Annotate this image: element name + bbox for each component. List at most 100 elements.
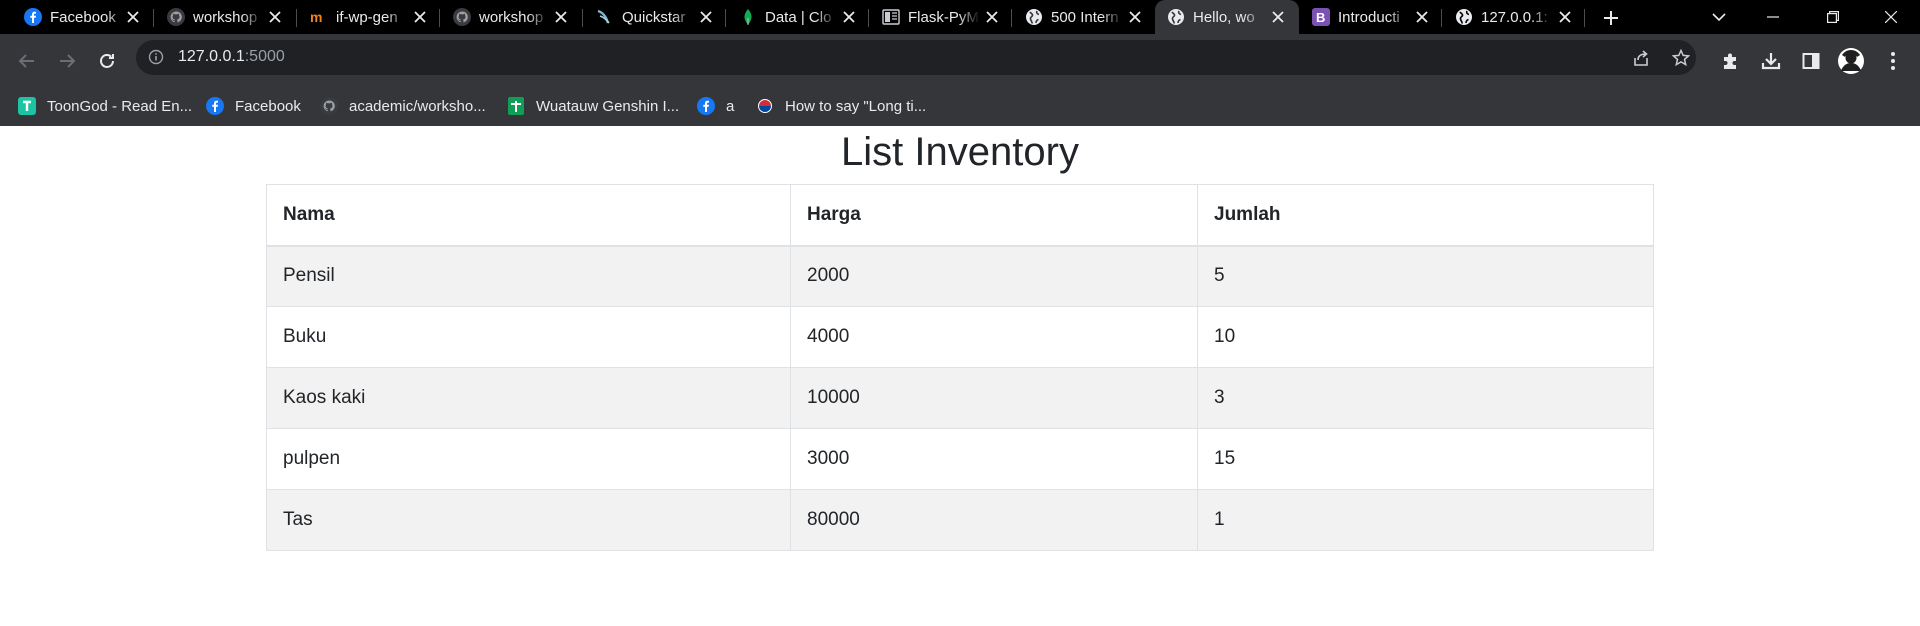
tab-close-icon[interactable] (698, 9, 714, 25)
bookmark-star-icon[interactable] (1671, 48, 1691, 68)
arrow-right-icon (60, 54, 76, 68)
cell-harga: 4000 (790, 306, 1198, 368)
tab-introduction[interactable]: B Introducti (1300, 0, 1442, 34)
bootstrap-icon: B (1312, 8, 1330, 26)
restore-icon (1827, 11, 1839, 23)
side-panel-button[interactable] (1794, 44, 1828, 78)
moodle-icon: m (310, 8, 328, 26)
github-icon (453, 8, 471, 26)
bookmark-how-to-say[interactable]: How to say "Long ti... (756, 90, 926, 122)
cell-jumlah: 3 (1197, 367, 1654, 429)
tab-500-internal[interactable]: 500 Intern (1013, 0, 1155, 34)
cell-harga: 2000 (790, 245, 1198, 307)
tab-divider (868, 9, 869, 27)
info-icon[interactable] (148, 49, 164, 65)
minimize-button[interactable] (1750, 0, 1796, 34)
bookmark-label: Wuatauw Genshin I... (536, 97, 680, 115)
tab-workshop-2[interactable]: workshop (441, 0, 583, 34)
globe-icon (1167, 8, 1185, 26)
bookmark-wuatauw-genshin[interactable]: Wuatauw Genshin I... (507, 90, 679, 122)
tab-close-icon[interactable] (841, 9, 857, 25)
cell-jumlah: 10 (1197, 306, 1654, 368)
extensions-button[interactable] (1714, 44, 1748, 78)
tab-title: Facebook (50, 9, 116, 26)
menu-button[interactable] (1876, 44, 1910, 78)
tab-title: if-wp-gen (336, 9, 398, 26)
url-text[interactable]: 127.0.0.1:5000 (178, 48, 285, 66)
tab-divider (582, 9, 583, 27)
tab-if-wp-gen[interactable]: m if-wp-gen (298, 0, 440, 34)
tab-quickstart[interactable]: Quickstar (584, 0, 726, 34)
cell-jumlah: 1 (1197, 489, 1654, 551)
tab-close-icon[interactable] (984, 9, 1000, 25)
bookmark-facebook[interactable]: Facebook (206, 90, 301, 122)
tab-close-icon[interactable] (125, 9, 141, 25)
side-panel-icon (1802, 53, 1820, 69)
puzzle-icon (1724, 53, 1736, 69)
bookmark-label: How to say "Long ti... (785, 97, 927, 115)
cell-jumlah: 15 (1197, 428, 1654, 490)
bookmark-academic-workshop[interactable]: academic/worksho... (320, 90, 486, 122)
cell-jumlah: 5 (1197, 245, 1654, 307)
docs-icon (882, 8, 900, 26)
tab-localhost[interactable]: 127.0.0.1: (1443, 0, 1585, 34)
tab-close-icon[interactable] (553, 9, 569, 25)
new-tab-button[interactable] (1597, 4, 1625, 32)
tab-title: Introducti (1338, 9, 1400, 26)
table-row: Pensil 2000 5 (266, 245, 1654, 307)
forward-button[interactable] (50, 44, 84, 78)
tab-divider (725, 9, 726, 27)
facebook-icon (697, 97, 715, 115)
profile-button[interactable] (1834, 44, 1868, 78)
tab-divider (153, 9, 154, 27)
globe-icon (1455, 8, 1473, 26)
tab-divider (296, 9, 297, 27)
tab-divider (439, 9, 440, 27)
plus-icon (1604, 11, 1618, 25)
column-header-harga: Harga (790, 184, 1198, 247)
cell-harga: 80000 (790, 489, 1198, 551)
page-content: List Inventory Nama Harga Jumlah Pensil … (0, 126, 1920, 626)
cell-nama: Buku (266, 306, 791, 368)
svg-text:B: B (1316, 10, 1325, 25)
downloads-button[interactable] (1754, 44, 1788, 78)
tab-workshop[interactable]: workshop (155, 0, 297, 34)
bookmark-toongod[interactable]: ToonGod - Read En... (18, 90, 192, 122)
browser-toolbar: 127.0.0.1:5000 (0, 34, 1920, 90)
address-bar[interactable]: 127.0.0.1:5000 (136, 40, 1696, 75)
tab-close-icon[interactable] (267, 9, 283, 25)
flask-icon (596, 8, 614, 26)
column-header-jumlah: Jumlah (1197, 184, 1654, 247)
tab-title: Flask-PyM (908, 9, 979, 26)
cell-nama: Pensil (266, 245, 791, 307)
close-window-button[interactable] (1868, 0, 1914, 34)
cell-harga: 10000 (790, 367, 1198, 429)
tab-hello-world[interactable]: Hello, wo (1155, 0, 1299, 34)
tab-flask-pymongo[interactable]: Flask-PyM (870, 0, 1012, 34)
tab-close-icon[interactable] (412, 9, 428, 25)
tab-data-cloud[interactable]: Data | Clo (727, 0, 869, 34)
bookmark-a[interactable]: a (697, 90, 734, 122)
kebab-menu-icon (1891, 52, 1895, 70)
tab-close-icon[interactable] (1127, 9, 1143, 25)
tab-facebook[interactable]: Facebook (12, 0, 154, 34)
tab-search-button[interactable] (1696, 0, 1742, 34)
table-row: Buku 4000 10 (266, 306, 1654, 368)
table-header-row: Nama Harga Jumlah (266, 184, 1654, 247)
tab-close-icon[interactable] (1414, 9, 1430, 25)
tab-close-icon[interactable] (1557, 9, 1573, 25)
tab-divider (1011, 9, 1012, 27)
page-title: List Inventory (841, 130, 1079, 174)
reload-icon (100, 54, 114, 68)
reload-button[interactable] (90, 44, 124, 78)
chevron-down-icon (1712, 13, 1726, 22)
back-button[interactable] (10, 44, 44, 78)
globe-icon (1025, 8, 1043, 26)
column-header-nama: Nama (266, 184, 791, 247)
facebook-icon (206, 97, 224, 115)
tab-close-icon[interactable] (1270, 9, 1286, 25)
restore-button[interactable] (1810, 0, 1856, 34)
tab-title: Data | Clo (765, 9, 832, 26)
arrow-left-icon (18, 54, 34, 68)
share-icon[interactable] (1631, 48, 1651, 68)
